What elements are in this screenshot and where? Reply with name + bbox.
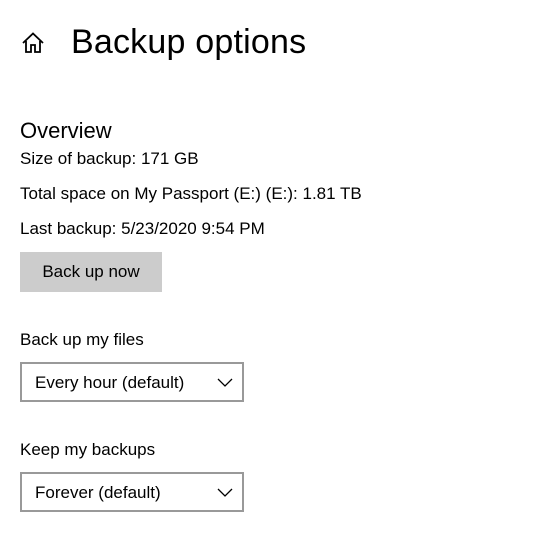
backup-options-page: Backup options Overview Size of backup: …: [0, 0, 542, 536]
keep-backups-value: Forever (default): [35, 483, 161, 502]
backup-frequency-dropdown[interactable]: Every hour (default): [20, 362, 244, 402]
backup-frequency-label: Back up my files: [20, 330, 144, 349]
keep-backups-label: Keep my backups: [20, 440, 156, 459]
keep-backups-dropdown[interactable]: Forever (default): [20, 472, 244, 512]
chevron-down-icon: [217, 378, 233, 387]
page-title: Backup options: [71, 23, 307, 61]
backup-frequency-value: Every hour (default): [35, 373, 185, 392]
chevron-down-icon: [217, 488, 233, 497]
total-space-text: Total space on My Passport (E:) (E:): 1.…: [20, 184, 362, 203]
last-backup-text: Last backup: 5/23/2020 9:54 PM: [20, 219, 265, 238]
overview-heading: Overview: [20, 118, 112, 143]
back-up-now-button[interactable]: Back up now: [20, 252, 162, 292]
backup-size-text: Size of backup: 171 GB: [20, 149, 199, 168]
home-icon[interactable]: [20, 30, 46, 56]
page-header: Backup options: [20, 20, 520, 68]
